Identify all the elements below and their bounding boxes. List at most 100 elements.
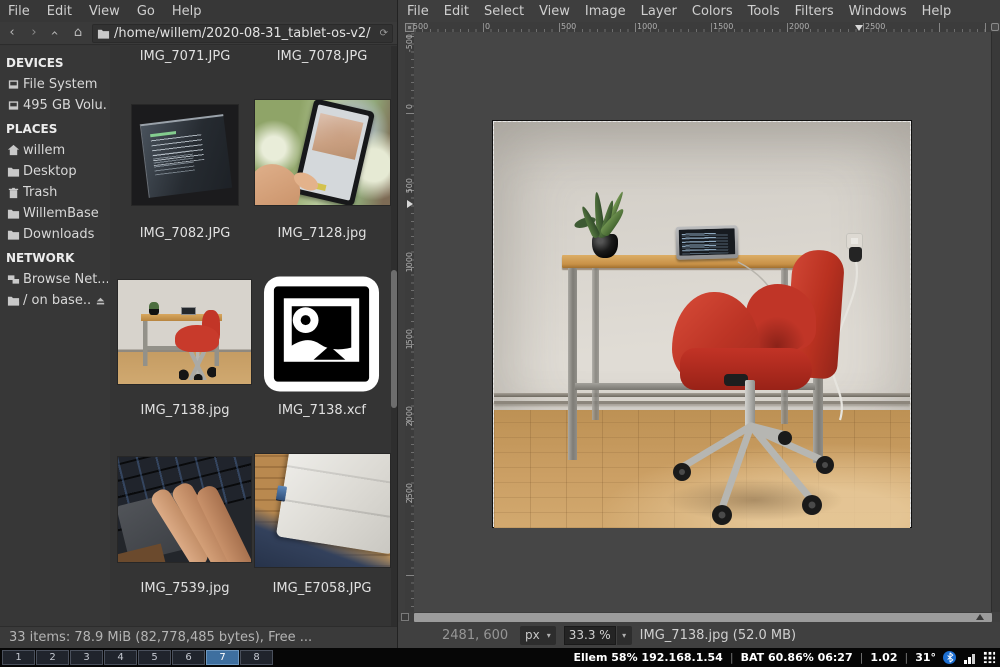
sidebar-item-downloads[interactable]: Downloads [0,224,110,245]
file-manager-menubar: File Edit View Go Help [0,0,397,22]
drive-icon [7,78,20,91]
forward-button[interactable]: › [26,24,42,42]
menu-file[interactable]: File [407,4,429,19]
eject-icon[interactable] [95,295,106,306]
menu-colors[interactable]: Colors [692,4,733,19]
up-button[interactable]: › [48,24,64,42]
ruler-label: 2000 [405,406,414,426]
sidebar-item-volume[interactable]: 495 GB Volu... [0,95,110,116]
menu-help[interactable]: Help [172,4,202,19]
workspace-6[interactable]: 6 [172,650,205,665]
sidebar-section-devices: DEVICES [0,50,110,74]
workspace-5[interactable]: 5 [138,650,171,665]
file-thumbnail-img-7128[interactable] [255,100,390,205]
menu-select[interactable]: Select [484,4,524,19]
sidebar-item-remote-mount[interactable]: / on base.... [0,290,110,311]
signal-strength-icon[interactable] [963,652,976,664]
path-bar[interactable]: /home/willem/2020-08-31_tablet-os-v2/ ⟳ [92,24,393,43]
folder-remote-icon [7,207,20,220]
file-manager-sidebar: DEVICES File System 495 GB Volu... PLACE… [0,46,110,626]
zoom-dropdown-button[interactable]: ▾ [617,626,632,645]
unit-dropdown[interactable]: px ▾ [520,626,556,645]
remote-mount-icon [7,294,20,307]
ruler-label: 2500 [405,483,414,503]
zoom-control[interactable]: 33.3 % ▾ [564,626,632,645]
grid-icon[interactable] [983,651,996,664]
folder-icon [97,27,110,40]
ruler-label: 0 [405,104,414,109]
pointer-position: 2481, 600 [442,628,512,643]
status-text: 33 items: 78.9 MiB (82,778,485 bytes), F… [9,630,312,645]
file-thumbnail-img-e7058[interactable] [255,454,390,567]
reload-icon[interactable]: ⟳ [380,28,388,39]
bluetooth-icon[interactable] [943,651,956,664]
vertical-ruler[interactable]: -500 0 500 1000 1500 2000 2500 [405,32,414,612]
gimp-canvas[interactable] [414,32,992,612]
load-average: 1.02 [870,651,897,664]
menu-edit[interactable]: Edit [444,4,469,19]
workspace-1[interactable]: 1 [2,650,35,665]
file-label[interactable]: IMG_7138.xcf [247,403,391,418]
home-button[interactable]: ⌂ [70,24,86,42]
file-label[interactable]: IMG_7128.jpg [247,226,391,241]
file-label[interactable]: IMG_7071.JPG [110,49,260,64]
file-label[interactable]: IMG_7082.JPG [110,226,260,241]
photo-art [179,352,216,380]
open-image[interactable] [493,121,911,527]
menu-help[interactable]: Help [922,4,952,19]
file-thumbnail-img-7082[interactable] [132,105,238,205]
sidebar-item-trash[interactable]: Trash [0,182,110,203]
path-text[interactable]: /home/willem/2020-08-31_tablet-os-v2/ [114,26,376,41]
menu-windows[interactable]: Windows [849,4,907,19]
workspace-2[interactable]: 2 [36,650,69,665]
file-label[interactable]: IMG_7138.jpg [110,403,260,418]
menu-filters[interactable]: Filters [795,4,834,19]
back-button[interactable]: ‹ [4,24,20,42]
sidebar-item-home[interactable]: willem [0,140,110,161]
menu-image[interactable]: Image [585,4,626,19]
menu-view[interactable]: View [539,4,570,19]
pointer-y-marker [407,200,413,208]
network-icon [7,273,20,286]
menu-tools[interactable]: Tools [748,4,780,19]
menu-layer[interactable]: Layer [641,4,677,19]
chevron-down-icon: ▾ [622,631,626,640]
workspace-4[interactable]: 4 [104,650,137,665]
chevron-down-icon: ▾ [547,631,551,640]
sidebar-item-file-system[interactable]: File System [0,74,110,95]
file-label[interactable]: IMG_7078.JPG [247,49,391,64]
sidebar-item-desktop[interactable]: Desktop [0,161,110,182]
workspace-7-active[interactable]: 7 [206,650,239,665]
canvas-vertical-scrollbar[interactable] [991,32,1000,612]
file-label[interactable]: IMG_7539.jpg [110,581,260,596]
ruler-label: 1500 [713,22,733,31]
menu-view[interactable]: View [89,4,120,19]
sidebar-item-browse-network[interactable]: Browse Net... [0,269,110,290]
zoom-input[interactable]: 33.3 % [564,626,616,645]
file-thumbnail-img-7138-jpg[interactable] [118,280,251,384]
workspace-8[interactable]: 8 [240,650,273,665]
sidebar-item-willembase[interactable]: WillemBase [0,203,110,224]
zoom-value: 33.3 % [569,628,611,642]
file-thumbnail-img-7539[interactable] [118,457,251,562]
menu-edit[interactable]: Edit [47,4,72,19]
workspace-3[interactable]: 3 [70,650,103,665]
temperature: 31° [915,651,936,664]
menu-file[interactable]: File [8,4,30,19]
gimp-menubar: File Edit Select View Image Layer Colors… [398,0,1000,22]
battery-status: BAT 60.86% 06:27 [741,651,853,664]
ruler-label: -500 [405,34,414,52]
ruler-origin-button[interactable] [405,23,414,32]
sidebar-item-label: Browse Net... [23,272,108,287]
file-label[interactable]: IMG_E7058.JPG [247,581,391,596]
taskbar-status-area: Ellem 58% 192.168.1.54 | BAT 60.86% 06:2… [573,651,1000,664]
photo-art [149,302,160,316]
menu-go[interactable]: Go [137,4,155,19]
quick-mask-toggle[interactable] [401,613,409,621]
canvas-horizontal-scrollbar[interactable] [414,613,992,622]
gimp-window: File Edit Select View Image Layer Colors… [397,0,1000,648]
file-thumbnail-img-7138-xcf[interactable] [262,274,381,394]
horizontal-ruler[interactable]: -500 0 500 1000 1500 2000 2500 [414,22,992,32]
sidebar-item-label: Trash [23,185,108,200]
navigation-preview-icon[interactable] [991,23,999,31]
